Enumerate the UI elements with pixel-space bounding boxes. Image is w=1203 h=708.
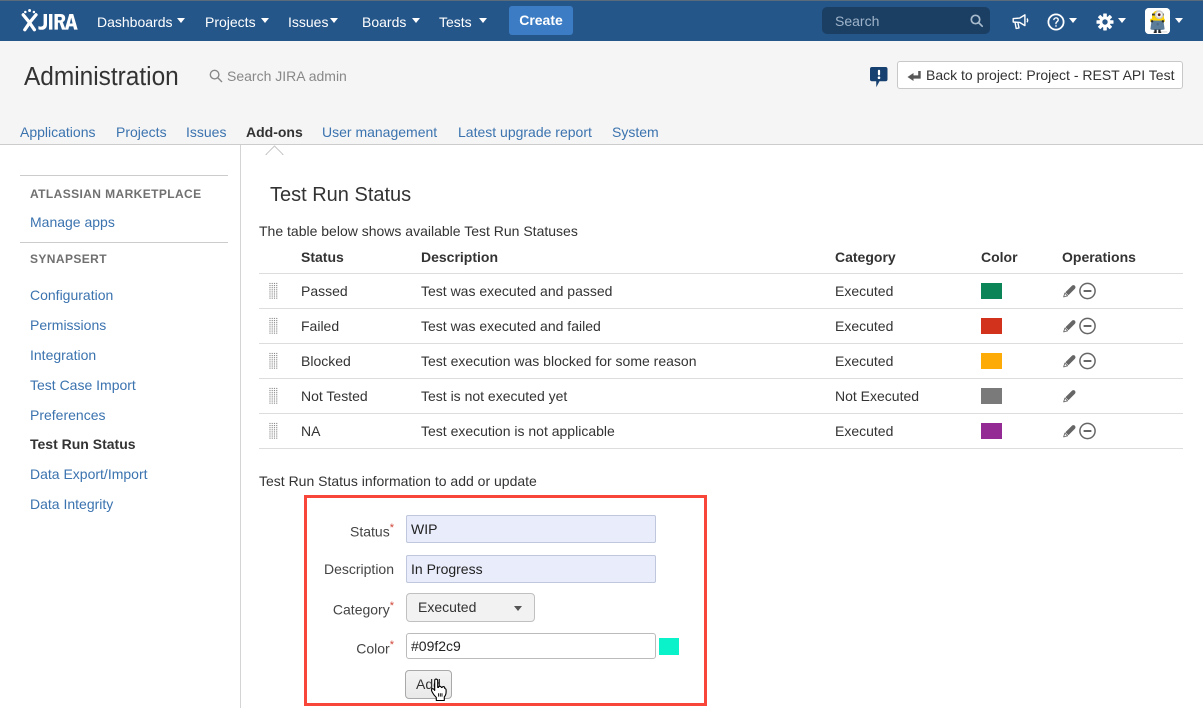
svg-text:Administration: Administration bbox=[24, 62, 179, 91]
